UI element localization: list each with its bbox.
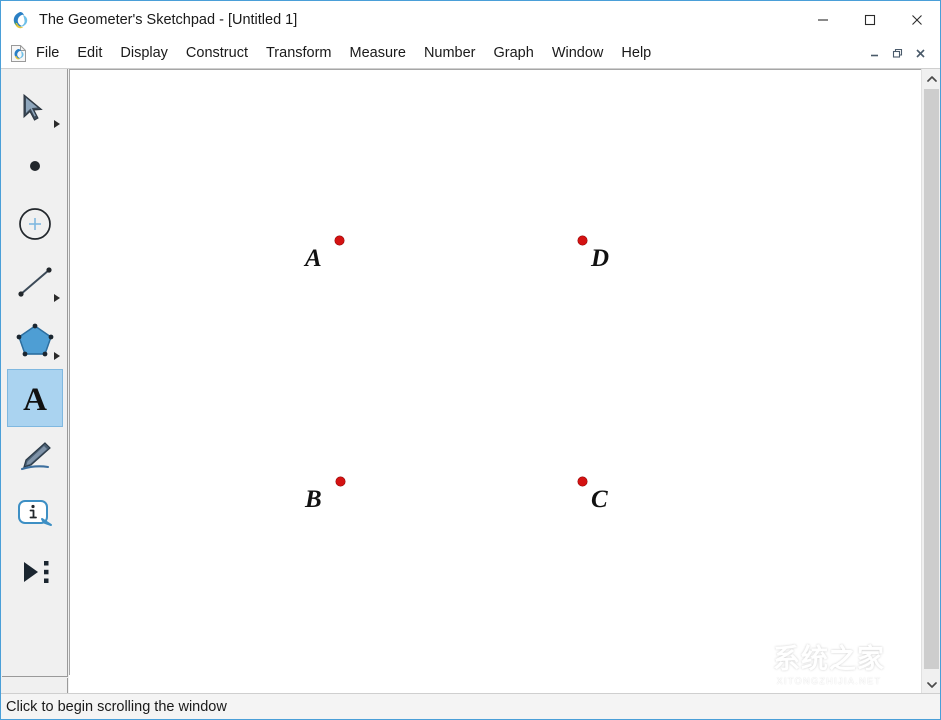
geometry-label-d[interactable]: D <box>591 246 609 271</box>
geometry-point-d[interactable] <box>578 236 587 245</box>
geometry-label-b[interactable]: B <box>305 487 322 512</box>
information-tool[interactable] <box>7 485 63 543</box>
mdi-window-controls <box>863 44 932 62</box>
geometry-label-c[interactable]: C <box>591 487 608 512</box>
arrow-select-tool[interactable] <box>7 79 63 137</box>
text-tool[interactable]: A <box>7 369 63 427</box>
chevron-down-icon[interactable] <box>922 675 941 694</box>
status-bar: Click to begin scrolling the window <box>1 693 940 719</box>
chevron-up-icon[interactable] <box>922 69 941 88</box>
point-tool[interactable] <box>7 137 63 195</box>
minimize-icon[interactable] <box>799 2 846 38</box>
menu-item-graph[interactable]: Graph <box>486 42 542 64</box>
sketch-canvas-area: A D B C <box>69 69 940 694</box>
window-title: The Geometer's Sketchpad - [Untitled 1] <box>39 12 297 28</box>
geometry-point-a[interactable] <box>335 236 344 245</box>
main-area: A <box>1 69 940 694</box>
sketchpad-swirl-icon <box>10 10 30 30</box>
menu-item-edit[interactable]: Edit <box>69 42 110 64</box>
menu-item-number[interactable]: Number <box>416 42 484 64</box>
compass-circle-tool[interactable] <box>7 195 63 253</box>
geometry-point-c[interactable] <box>578 477 587 486</box>
mdi-restore-icon[interactable] <box>886 44 908 62</box>
mdi-minimize-icon[interactable] <box>863 44 885 62</box>
menu-item-help[interactable]: Help <box>613 42 659 64</box>
menu-item-window[interactable]: Window <box>544 42 612 64</box>
status-message: Click to begin scrolling the window <box>6 699 227 715</box>
document-icon[interactable] <box>10 44 27 63</box>
tool-palette: A <box>2 69 68 677</box>
menu-item-measure[interactable]: Measure <box>342 42 414 64</box>
menu-item-file[interactable]: File <box>28 42 67 64</box>
sketch-canvas[interactable]: A D B C <box>69 69 921 675</box>
geometry-label-a[interactable]: A <box>305 246 322 271</box>
straightedge-tool[interactable] <box>7 253 63 311</box>
mdi-close-icon[interactable] <box>909 44 931 62</box>
menu-item-display[interactable]: Display <box>112 42 176 64</box>
flyout-arrow-icon[interactable] <box>54 120 60 128</box>
custom-tool[interactable] <box>7 543 63 601</box>
geometry-point-b[interactable] <box>336 477 345 486</box>
menu-item-construct[interactable]: Construct <box>178 42 256 64</box>
menu-item-transform[interactable]: Transform <box>258 42 340 64</box>
application-window: The Geometer's Sketchpad - [Untitled 1] … <box>0 0 941 720</box>
polygon-tool[interactable] <box>7 311 63 369</box>
flyout-arrow-icon[interactable] <box>54 352 60 360</box>
vertical-scrollbar-thumb[interactable] <box>924 89 939 669</box>
vertical-scrollbar[interactable] <box>921 69 940 694</box>
close-icon[interactable] <box>893 2 940 38</box>
flyout-arrow-icon[interactable] <box>54 294 60 302</box>
svg-text:A: A <box>23 382 47 416</box>
title-bar: The Geometer's Sketchpad - [Untitled 1] <box>1 1 940 38</box>
maximize-icon[interactable] <box>846 2 893 38</box>
menu-bar: File Edit Display Construct Transform Me… <box>1 38 940 69</box>
marker-tool[interactable] <box>7 427 63 485</box>
